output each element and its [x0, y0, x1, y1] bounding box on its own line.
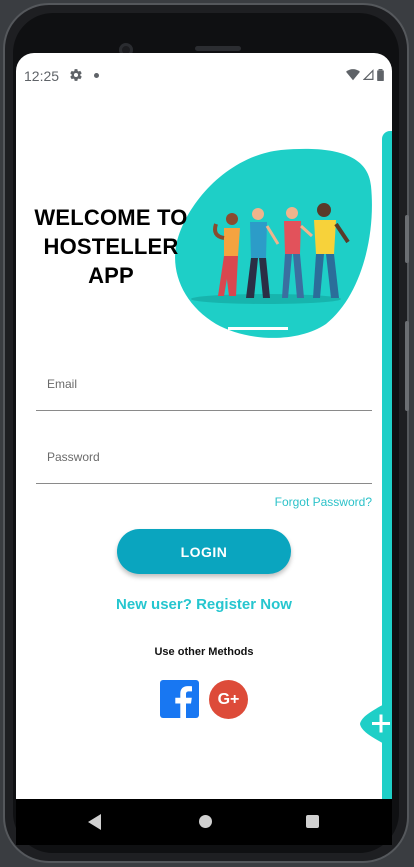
system-icons	[346, 69, 384, 81]
android-nav-bar	[16, 799, 392, 845]
login-button[interactable]: LOGIN	[117, 529, 291, 574]
wifi-icon	[346, 69, 360, 81]
password-input[interactable]	[36, 444, 372, 470]
welcome-line-2: HOSTELLER	[43, 234, 179, 259]
status-bar: 12:25	[16, 53, 392, 97]
google-plus-login-button[interactable]: G+	[209, 680, 248, 719]
notification-dot-icon	[94, 73, 99, 78]
power-button[interactable]	[405, 321, 409, 411]
people-illustration	[175, 148, 372, 338]
back-nav-icon[interactable]	[88, 814, 101, 830]
app-screen: 12:25 WELCOME TO HOSTELLER APP Email For…	[16, 53, 392, 799]
facebook-login-button[interactable]	[160, 680, 199, 718]
home-nav-icon[interactable]	[199, 815, 212, 828]
email-field	[36, 371, 372, 411]
email-input[interactable]	[36, 371, 372, 397]
battery-icon	[377, 69, 384, 81]
recents-nav-icon[interactable]	[306, 815, 319, 828]
status-time: 12:25	[24, 68, 60, 84]
earpiece-speaker	[195, 46, 241, 51]
google-plus-icon: G+	[217, 690, 240, 708]
welcome-line-1: WELCOME TO	[34, 205, 188, 230]
volume-button[interactable]	[405, 215, 409, 263]
welcome-heading: WELCOME TO HOSTELLER APP	[26, 203, 196, 290]
welcome-line-3: APP	[88, 263, 134, 288]
forgot-password-link[interactable]: Forgot Password?	[275, 495, 372, 509]
add-fab-button[interactable]	[352, 693, 392, 755]
settings-gear-icon	[69, 68, 83, 85]
facebook-icon	[175, 686, 192, 718]
register-link[interactable]: New user? Register Now	[16, 596, 392, 613]
other-methods-label: Use other Methods	[154, 646, 254, 658]
password-field	[36, 444, 372, 484]
signal-icon	[363, 69, 374, 81]
